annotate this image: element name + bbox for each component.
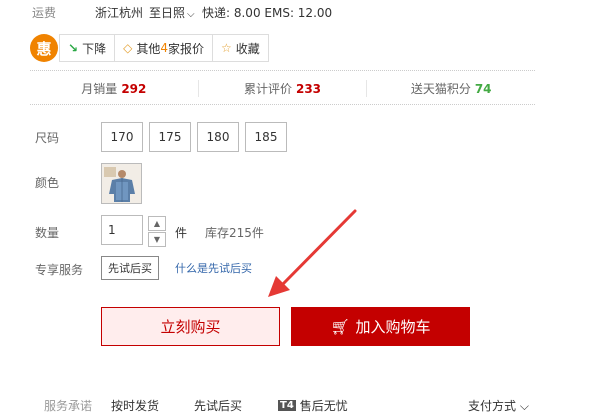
- promise-try-before-buy: 先试后买: [194, 399, 243, 413]
- buy-now-button[interactable]: 立刻购买: [101, 307, 280, 346]
- add-to-cart-button[interactable]: 🛒︎ 加入购物车: [291, 307, 470, 346]
- promise-after-sales: T4 售后无忧: [278, 397, 348, 414]
- payment-methods-dropdown[interactable]: 支付方式 ⌵: [468, 397, 529, 414]
- cart-icon: 🛒︎: [330, 317, 350, 336]
- add-to-cart-label: 加入购物车: [355, 318, 431, 336]
- promise-on-time-shipping: 按时发货: [111, 399, 160, 413]
- annotation-arrow-icon: [268, 209, 357, 297]
- after-sales-text: 售后无忧: [299, 399, 348, 413]
- t4-badge-icon: T4: [278, 400, 296, 411]
- service-promise-label: 服务承诺: [44, 399, 93, 413]
